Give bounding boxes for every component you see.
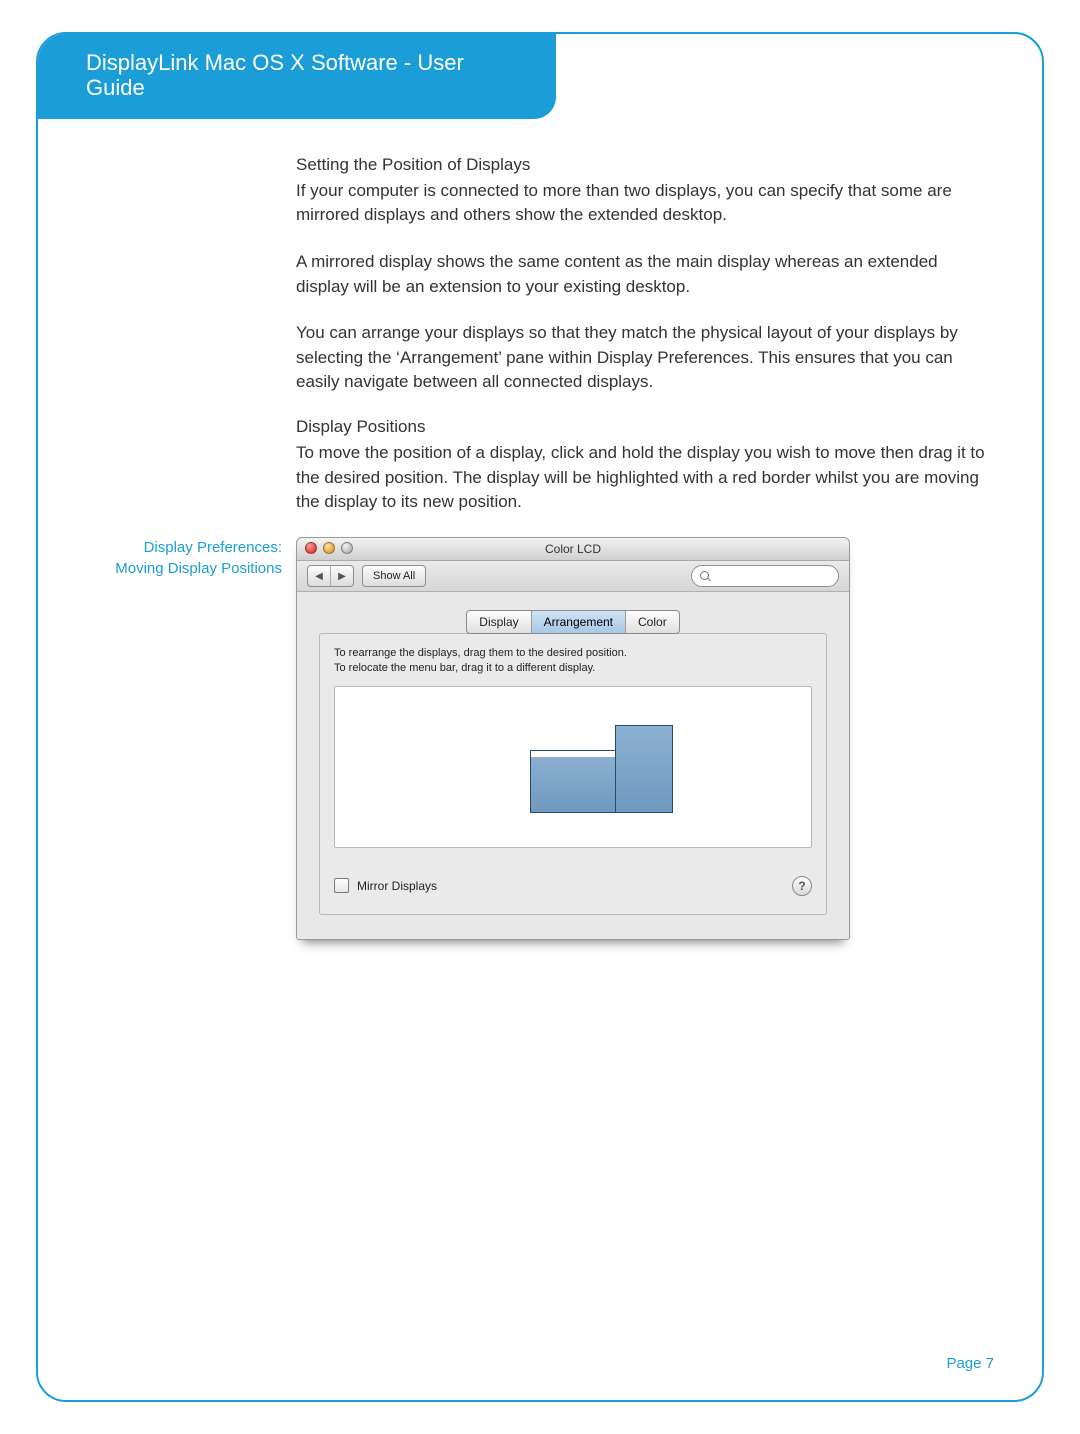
figure-caption-line-2: Moving Display Positions [115, 560, 282, 577]
display-arrangement-area[interactable] [334, 686, 812, 848]
display-preferences-window: Color LCD ◀ ▶ Show All [296, 537, 850, 940]
window-title: Color LCD [297, 538, 849, 560]
help-icon: ? [798, 879, 805, 893]
window-titlebar[interactable]: Color LCD [297, 538, 849, 561]
nav-back-forward: ◀ ▶ [307, 565, 354, 587]
forward-button[interactable]: ▶ [331, 566, 353, 586]
window-toolbar: ◀ ▶ Show All [297, 561, 849, 592]
hint-line-2: To relocate the menu bar, drag it to a d… [334, 662, 595, 674]
preference-tabs: Display Arrangement Color [466, 610, 679, 634]
secondary-display[interactable] [615, 725, 673, 813]
figure-caption: Display Preferences: Moving Display Posi… [86, 537, 282, 581]
page-number: Page 7 [946, 1355, 994, 1372]
mirror-displays-label: Mirror Displays [357, 879, 437, 893]
tab-color[interactable]: Color [626, 611, 679, 633]
show-all-button[interactable]: Show All [362, 565, 426, 587]
hint-line-1: To rearrange the displays, drag them to … [334, 647, 627, 659]
checkbox-box[interactable] [334, 878, 349, 893]
figure-caption-line-1: Display Preferences: [144, 539, 282, 556]
search-input[interactable] [691, 565, 839, 587]
section-heading: Display Positions [296, 417, 994, 437]
body-paragraph: If your computer is connected to more th… [296, 179, 994, 228]
help-button[interactable]: ? [792, 876, 812, 896]
main-display[interactable] [530, 755, 616, 813]
show-all-label: Show All [373, 570, 415, 582]
arrangement-group: To rearrange the displays, drag them to … [319, 633, 827, 915]
tab-display[interactable]: Display [467, 611, 531, 633]
mirror-displays-checkbox[interactable]: Mirror Displays [334, 878, 437, 893]
body-paragraph: To move the position of a display, click… [296, 441, 994, 515]
arrangement-hint: To rearrange the displays, drag them to … [334, 646, 812, 676]
document-title: DisplayLink Mac OS X Software - User Gui… [86, 50, 464, 100]
tab-arrangement[interactable]: Arrangement [532, 611, 626, 633]
body-paragraph: A mirrored display shows the same conten… [296, 250, 994, 299]
section-heading: Setting the Position of Displays [296, 155, 994, 175]
body-paragraph: You can arrange your displays so that th… [296, 321, 994, 395]
back-button[interactable]: ◀ [308, 566, 331, 586]
document-header: DisplayLink Mac OS X Software - User Gui… [36, 32, 556, 119]
search-icon [700, 571, 711, 582]
